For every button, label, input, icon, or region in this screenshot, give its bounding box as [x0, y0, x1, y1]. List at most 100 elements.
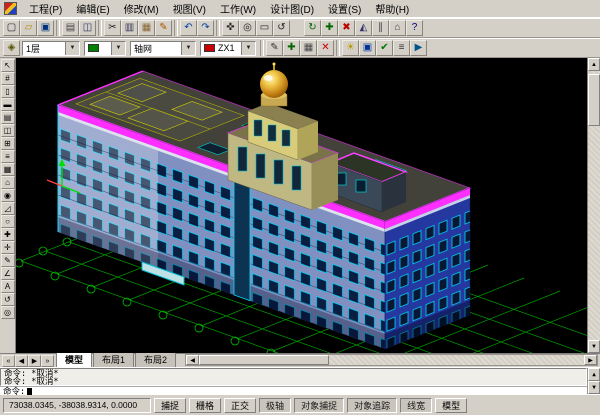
pan-icon[interactable]: ✜	[222, 20, 239, 36]
erase-icon[interactable]: ✖	[338, 20, 355, 36]
regen-icon[interactable]: ↻	[304, 20, 321, 36]
menu-project[interactable]: 工程(P)	[22, 0, 69, 18]
help-icon[interactable]: ?	[406, 20, 423, 36]
snap-toggle[interactable]: 捕捉	[154, 398, 186, 413]
door-tool-icon[interactable]: ◫	[1, 124, 15, 137]
named-views-icon[interactable]: ⌂	[389, 20, 406, 36]
story-combo[interactable]: 1层 ▼	[22, 41, 80, 56]
color-combo[interactable]: ▼	[84, 41, 126, 56]
chevron-down-icon[interactable]: ▼	[111, 42, 125, 55]
scroll-up-icon[interactable]: ▲	[588, 368, 600, 381]
slab-tool-icon[interactable]: ▦	[1, 163, 15, 176]
tab-layout1[interactable]: 布局1	[93, 351, 134, 367]
add-icon[interactable]: ✚	[283, 40, 300, 56]
node-tool-icon[interactable]: ◉	[1, 189, 15, 202]
style-combo[interactable]: ZX1 ▼	[200, 41, 256, 56]
confirm-icon[interactable]: ✔	[376, 40, 393, 56]
menu-help[interactable]: 帮助(H)	[368, 0, 416, 18]
chevron-down-icon[interactable]: ▼	[65, 42, 79, 55]
run-icon[interactable]: ▶	[410, 40, 427, 56]
zoom-previous-icon[interactable]: ↺	[273, 20, 290, 36]
menu-design-drawing[interactable]: 设计图(D)	[263, 0, 321, 18]
text-tool-icon[interactable]: A	[1, 280, 15, 293]
scroll-up-icon[interactable]: ▲	[588, 58, 600, 71]
horizontal-scrollbar[interactable]: ◀ ▶	[185, 354, 598, 366]
measure-tool-icon[interactable]: ∠	[1, 267, 15, 280]
vertical-scroll-track[interactable]	[588, 71, 600, 340]
menu-view[interactable]: 视图(V)	[166, 0, 213, 18]
polar-toggle[interactable]: 极轴	[259, 398, 291, 413]
open-file-icon[interactable]: ▱	[20, 20, 37, 36]
draw-icon[interactable]: ✎	[266, 40, 283, 56]
print-preview-icon[interactable]: ◫	[79, 20, 96, 36]
otrack-toggle[interactable]: 对象追踪	[347, 398, 397, 413]
command-history[interactable]: 命令: *取消* 命令: *取消*	[0, 368, 587, 386]
move-tool-icon[interactable]: ✛	[1, 241, 15, 254]
ortho-toggle[interactable]: 正交	[224, 398, 256, 413]
chevron-down-icon[interactable]: ▼	[241, 42, 255, 55]
copy-object-icon[interactable]: ✚	[321, 20, 338, 36]
axis-grid-tool-icon[interactable]: #	[1, 72, 15, 85]
menu-modify[interactable]: 修改(M)	[117, 0, 166, 18]
hatch-icon[interactable]: ▦	[300, 40, 317, 56]
vertical-scroll-thumb[interactable]	[588, 74, 600, 126]
add-tool-icon[interactable]: ✚	[1, 228, 15, 241]
grid-toggle[interactable]: 栅格	[189, 398, 221, 413]
plot-icon[interactable]: ▤	[62, 20, 79, 36]
vertical-scrollbar[interactable]: ▲ ▼	[587, 58, 600, 353]
circle-tool-icon[interactable]: ○	[1, 215, 15, 228]
roof-tool-icon[interactable]: ⌂	[1, 176, 15, 189]
menu-edit[interactable]: 编辑(E)	[69, 0, 116, 18]
app-icon[interactable]	[4, 2, 17, 15]
zoom-window-icon[interactable]: ▭	[256, 20, 273, 36]
tab-layout2[interactable]: 布局2	[135, 351, 176, 367]
paste-icon[interactable]: ▦	[138, 20, 155, 36]
zoom-tool-icon[interactable]: ◎	[1, 306, 15, 319]
tab-model[interactable]: 模型	[56, 351, 92, 367]
scroll-right-icon[interactable]: ▶	[584, 355, 597, 365]
prev-tab-icon[interactable]: ◀	[15, 355, 28, 367]
scroll-down-icon[interactable]: ▼	[588, 381, 600, 394]
undo-icon[interactable]: ↶	[180, 20, 197, 36]
layers-icon[interactable]: ▣	[359, 40, 376, 56]
lineweight-toggle[interactable]: 线宽	[400, 398, 432, 413]
redo-icon[interactable]: ↷	[197, 20, 214, 36]
horizontal-scroll-track[interactable]	[329, 355, 584, 365]
model-space-toggle[interactable]: 模型	[435, 398, 467, 413]
light-bulb-icon[interactable]: ☀	[342, 40, 359, 56]
layer-combo[interactable]: 轴网 ▼	[130, 41, 196, 56]
osnap-toggle[interactable]: 对象捕捉	[294, 398, 344, 413]
command-input[interactable]: 命令:	[0, 386, 587, 395]
mirror-icon[interactable]: ◭	[355, 20, 372, 36]
last-tab-icon[interactable]: »	[41, 355, 54, 367]
chevron-down-icon[interactable]: ▼	[181, 42, 195, 55]
column-tool-icon[interactable]: ▯	[1, 85, 15, 98]
command-scrollbar[interactable]: ▲ ▼	[587, 368, 600, 394]
first-tab-icon[interactable]: «	[2, 355, 15, 367]
match-properties-icon[interactable]: ✎	[155, 20, 172, 36]
offset-icon[interactable]: ∥	[372, 20, 389, 36]
undo-tool-icon[interactable]: ↺	[1, 293, 15, 306]
wall-tool-icon[interactable]: ▤	[1, 111, 15, 124]
edit-tool-icon[interactable]: ✎	[1, 254, 15, 267]
layer-manager-icon[interactable]: ◈	[3, 40, 20, 56]
viewport[interactable]	[16, 58, 587, 353]
brace-tool-icon[interactable]: ◿	[1, 202, 15, 215]
horizontal-scroll-thumb[interactable]	[199, 355, 329, 365]
window-tool-icon[interactable]: ⊞	[1, 137, 15, 150]
delete-icon[interactable]: ✕	[317, 40, 334, 56]
menu-work[interactable]: 工作(W)	[213, 0, 263, 18]
beam-tool-icon[interactable]: ▬	[1, 98, 15, 111]
new-file-icon[interactable]: ▢	[3, 20, 20, 36]
next-tab-icon[interactable]: ▶	[28, 355, 41, 367]
scroll-left-icon[interactable]: ◀	[186, 355, 199, 365]
settings-icon[interactable]: ≡	[393, 40, 410, 56]
save-file-icon[interactable]: ▣	[37, 20, 54, 36]
menu-settings[interactable]: 设置(S)	[321, 0, 368, 18]
coordinate-readout[interactable]: 73038.0345, -38038.9314, 0.0000	[3, 398, 151, 413]
zoom-realtime-icon[interactable]: ◎	[239, 20, 256, 36]
copy-icon[interactable]: ▥	[121, 20, 138, 36]
scroll-down-icon[interactable]: ▼	[588, 340, 600, 353]
select-tool-icon[interactable]: ↖	[1, 59, 15, 72]
stair-tool-icon[interactable]: ≡	[1, 150, 15, 163]
